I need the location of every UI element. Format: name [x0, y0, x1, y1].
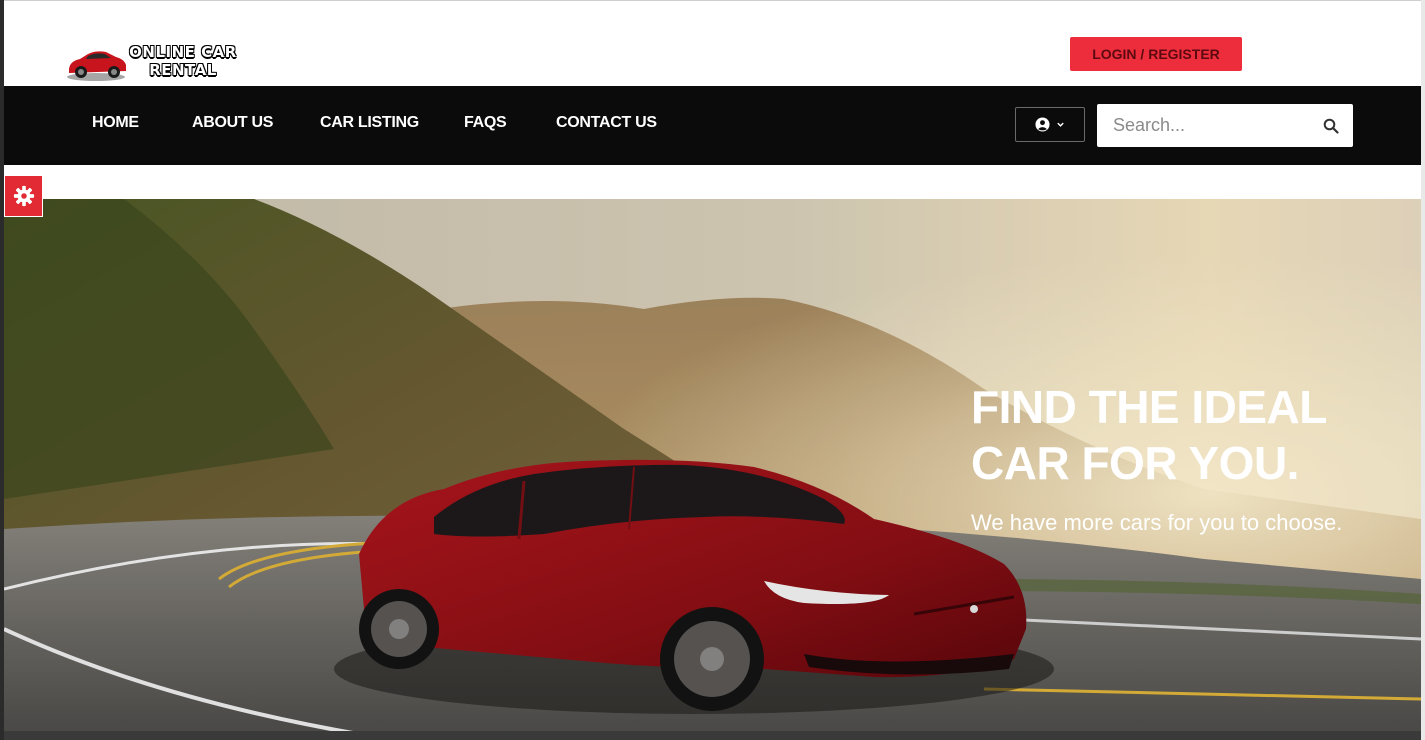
login-register-button[interactable]: LOGIN / REGISTER	[1070, 37, 1242, 71]
gear-icon	[13, 185, 34, 207]
car-logo-icon	[67, 51, 126, 81]
settings-toggle-button[interactable]	[4, 175, 43, 217]
hero-title: FIND THE IDEAL CAR FOR YOU.	[971, 379, 1391, 491]
logo-text: ONLINE CAR RENTAL	[124, 43, 242, 79]
logo-line-2: RENTAL	[149, 61, 217, 79]
top-header: ONLINE CAR RENTAL LOGIN / REGISTER	[4, 1, 1421, 86]
nav-car-listing[interactable]: CAR LISTING	[320, 114, 419, 132]
nav-faqs[interactable]: FAQS	[464, 114, 507, 132]
user-circle-icon	[1035, 117, 1050, 132]
page: ONLINE CAR RENTAL LOGIN / REGISTER HOME …	[4, 0, 1421, 740]
search-box	[1097, 104, 1353, 147]
logo-line-1: ONLINE CAR	[129, 43, 237, 61]
search-input[interactable]	[1113, 104, 1313, 147]
hero-title-line-1: FIND THE IDEAL	[971, 381, 1327, 433]
hero-banner: FIND THE IDEAL CAR FOR YOU. We have more…	[4, 199, 1421, 735]
window-scrollbar[interactable]	[1421, 0, 1425, 740]
chevron-down-icon	[1057, 122, 1064, 127]
site-logo[interactable]: ONLINE CAR RENTAL	[66, 41, 241, 83]
nav-contact-us[interactable]: CONTACT US	[556, 114, 657, 132]
user-account-dropdown[interactable]	[1015, 107, 1085, 142]
nav-about-us[interactable]: ABOUT US	[192, 114, 273, 132]
hero-title-line-2: CAR FOR YOU.	[971, 437, 1299, 489]
nav-home[interactable]: HOME	[92, 114, 139, 132]
main-navbar: HOME ABOUT US CAR LISTING FAQS CONTACT U…	[4, 86, 1421, 165]
hero-bottom-strip	[4, 731, 1421, 740]
search-icon[interactable]	[1323, 118, 1339, 134]
hero-subtitle: We have more cars for you to choose.	[971, 510, 1343, 535]
